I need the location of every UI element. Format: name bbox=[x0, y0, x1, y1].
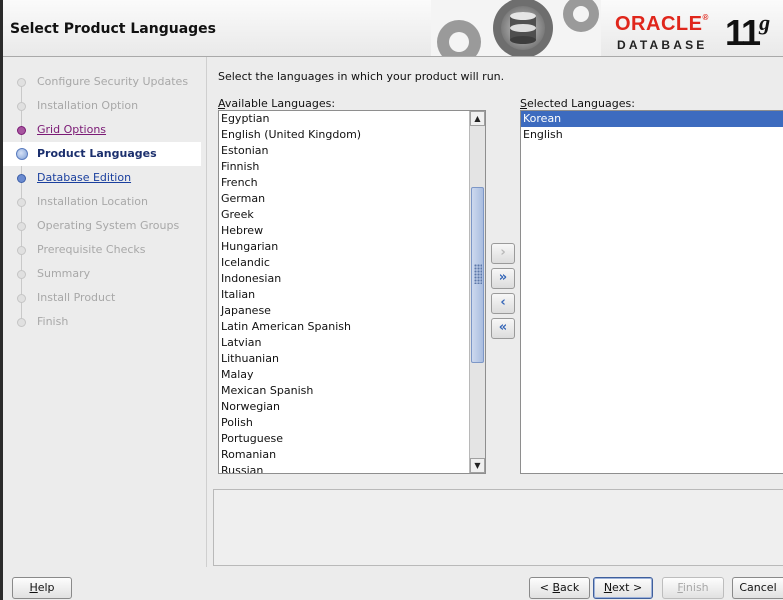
step-item: Summary bbox=[3, 262, 201, 286]
step-dot-icon bbox=[17, 246, 26, 255]
available-language-item[interactable]: Portuguese bbox=[219, 431, 469, 447]
available-items: Egyptian English (United Kingdom) Estonian… bbox=[219, 111, 469, 473]
step-dot-icon bbox=[17, 102, 26, 111]
message-area bbox=[213, 489, 783, 566]
step-label: Product Languages bbox=[37, 147, 157, 160]
step-item: Installation Option bbox=[3, 94, 201, 118]
remove-all-button[interactable]: « bbox=[491, 318, 515, 339]
next-button[interactable]: Next > bbox=[593, 577, 653, 599]
back-button[interactable]: < Back bbox=[529, 577, 590, 599]
step-item: Install Product bbox=[3, 286, 201, 310]
available-language-item[interactable]: Greek bbox=[219, 207, 469, 223]
arrow-down-icon[interactable]: ▼ bbox=[470, 458, 485, 473]
step-label: Finish bbox=[37, 315, 69, 328]
step-item[interactable]: Database Edition bbox=[3, 166, 201, 190]
step-item: Product Languages bbox=[3, 142, 201, 166]
selected-language-item[interactable]: English bbox=[521, 127, 783, 143]
available-language-item[interactable]: English (United Kingdom) bbox=[219, 127, 469, 143]
step-item: Finish bbox=[3, 310, 201, 334]
available-language-item[interactable]: Icelandic bbox=[219, 255, 469, 271]
available-languages-label: Available Languages: bbox=[218, 97, 336, 110]
available-language-item[interactable]: Egyptian bbox=[219, 111, 469, 127]
available-language-item[interactable]: Italian bbox=[219, 287, 469, 303]
available-language-item[interactable]: Russian bbox=[219, 463, 469, 473]
available-language-item[interactable]: Polish bbox=[219, 415, 469, 431]
step-item: Prerequisite Checks bbox=[3, 238, 201, 262]
available-language-item[interactable]: Estonian bbox=[219, 143, 469, 159]
instruction-text: Select the languages in which your produ… bbox=[218, 70, 505, 83]
available-language-item[interactable]: Latvian bbox=[219, 335, 469, 351]
available-scrollbar[interactable]: ▲ ▼ bbox=[469, 111, 485, 473]
step-label: Install Product bbox=[37, 291, 116, 304]
add-one-button[interactable]: › bbox=[491, 243, 515, 264]
available-language-item[interactable]: Romanian bbox=[219, 447, 469, 463]
step-dot-icon bbox=[17, 294, 26, 303]
database-wordmark: DATABASE bbox=[617, 38, 708, 52]
available-language-item[interactable]: Lithuanian bbox=[219, 351, 469, 367]
selected-language-item[interactable]: Korean bbox=[521, 111, 783, 127]
help-button[interactable]: Help bbox=[12, 577, 72, 599]
available-language-item[interactable]: Latin American Spanish bbox=[219, 319, 469, 335]
available-language-item[interactable]: Malay bbox=[219, 367, 469, 383]
add-all-button[interactable]: » bbox=[491, 268, 515, 289]
step-item: Configure Security Updates bbox=[3, 70, 201, 94]
selected-languages-list[interactable]: Korean English bbox=[520, 110, 783, 474]
selected-items: Korean English bbox=[521, 111, 783, 143]
version-logo: 11g bbox=[725, 10, 771, 53]
finish-button[interactable]: Finish bbox=[662, 577, 724, 599]
available-language-item[interactable]: Hungarian bbox=[219, 239, 469, 255]
step-dot-icon bbox=[17, 318, 26, 327]
step-item: Installation Location bbox=[3, 190, 201, 214]
step-dot-icon bbox=[17, 270, 26, 279]
available-languages-list[interactable]: Egyptian English (United Kingdom) Estonian… bbox=[218, 110, 486, 474]
step-item[interactable]: Grid Options bbox=[3, 118, 201, 142]
step-label: Grid Options bbox=[37, 123, 107, 136]
grip-icon bbox=[474, 264, 482, 285]
step-label: Operating System Groups bbox=[37, 219, 180, 232]
step-label: Database Edition bbox=[37, 171, 132, 184]
step-label: Configure Security Updates bbox=[37, 75, 189, 88]
step-dot-icon bbox=[17, 126, 26, 135]
step-dot-icon bbox=[17, 222, 26, 231]
step-dot-icon bbox=[17, 78, 26, 87]
oracle-logo: ORACLE® bbox=[615, 13, 709, 35]
steps-sidebar: Configure Security Updates Installation O… bbox=[3, 57, 203, 567]
remove-one-button[interactable]: ‹ bbox=[491, 293, 515, 314]
scrollbar-thumb[interactable] bbox=[471, 187, 484, 364]
available-language-item[interactable]: Finnish bbox=[219, 159, 469, 175]
step-dot-icon bbox=[16, 148, 28, 160]
step-item: Operating System Groups bbox=[3, 214, 201, 238]
step-label: Installation Location bbox=[37, 195, 148, 208]
arrow-up-icon[interactable]: ▲ bbox=[470, 111, 485, 126]
page-title: Select Product Languages bbox=[10, 21, 216, 37]
available-language-item[interactable]: Mexican Spanish bbox=[219, 383, 469, 399]
gears-banner-icon bbox=[431, 0, 601, 56]
cancel-button[interactable]: Cancel bbox=[732, 577, 783, 599]
available-language-item[interactable]: Hebrew bbox=[219, 223, 469, 239]
step-label: Installation Option bbox=[37, 99, 139, 112]
available-language-item[interactable]: French bbox=[219, 175, 469, 191]
available-language-item[interactable]: Norwegian bbox=[219, 399, 469, 415]
wizard-header: Select Product Languages ORACLE® DATABAS… bbox=[3, 0, 783, 57]
step-dot-icon bbox=[17, 174, 26, 183]
step-label: Prerequisite Checks bbox=[37, 243, 146, 256]
step-dot-icon bbox=[17, 198, 26, 207]
selected-languages-label: Selected Languages: bbox=[520, 97, 635, 110]
available-language-item[interactable]: Japanese bbox=[219, 303, 469, 319]
step-label: Summary bbox=[37, 267, 91, 280]
available-language-item[interactable]: German bbox=[219, 191, 469, 207]
available-language-item[interactable]: Indonesian bbox=[219, 271, 469, 287]
